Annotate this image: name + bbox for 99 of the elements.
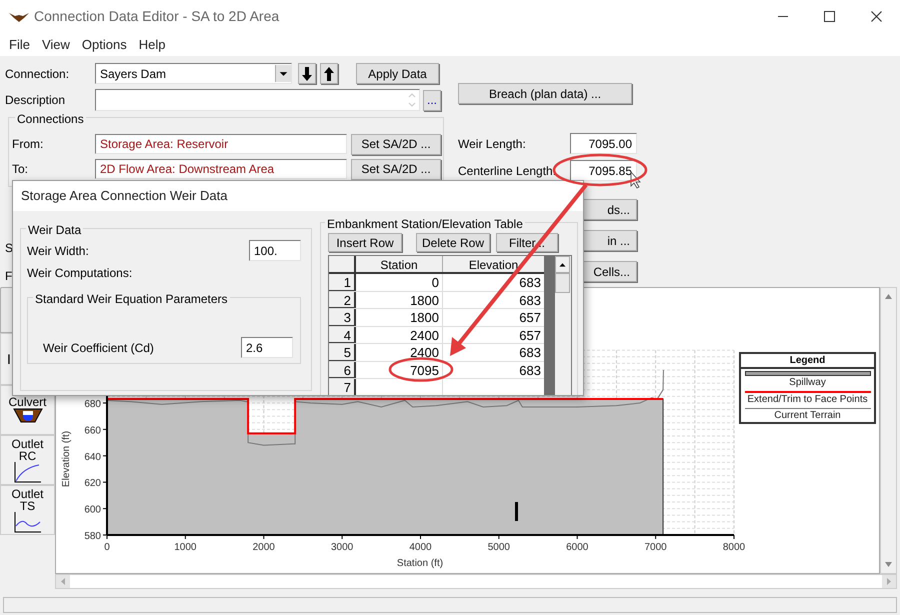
field-label: Connection: [5,66,70,82]
field-label: To: [11,161,30,178]
scroll-down-icon [884,560,893,569]
partial-label: S [5,240,14,257]
length-value: 7095.00 [570,133,637,154]
more-button[interactable]: ... [423,90,441,110]
dialog-title: Storage Area Connection Weir Data [21,187,228,206]
set-sa-2d-button[interactable]: Set SA/2D ... [351,134,441,154]
horizontal-scrollbar[interactable] [55,574,897,589]
row-number: 1 [329,274,356,290]
text-cursor-icon [515,502,518,521]
move-up-button[interactable] [320,63,338,84]
connection-value: 2D Flow Area: Downstream Area [95,159,347,179]
x-tick-label: 0 [104,542,110,553]
table-cell-text: 683 [518,344,542,360]
menu-item[interactable]: View [36,34,76,54]
highlight-ellipse [388,357,454,382]
table-cell-text: 657 [518,326,542,343]
partial-label: F [5,268,12,285]
x-tick-label: 6000 [566,542,588,553]
apply-data-button[interactable]: Apply Data [356,63,439,84]
close-icon [871,11,882,22]
field-label: Description [5,92,66,109]
maximize-icon [824,11,835,22]
table-button[interactable]: Insert Row [328,233,402,252]
table-cell: 0 [356,274,443,290]
y-tick-label: 640 [84,452,101,463]
weir-width-field[interactable]: 100. [249,240,301,261]
window-title: Connection Data Editor - SA to 2D Area [34,7,280,26]
field-label: Weir Computations: [26,265,134,282]
table-cell-text: 657 [518,309,542,326]
table-cell-text: 683 [518,362,542,378]
field-label: Weir Length: [458,136,527,152]
row-number: 4 [329,326,356,343]
column-header: Elevation [468,257,520,272]
table-cell: 1800 [356,309,443,326]
table-cell-text: 683 [518,274,542,290]
scroll-up-icon [884,292,893,301]
rating-curve-icon [12,462,42,482]
culvert-icon [12,408,42,424]
menu-item[interactable]: File [3,34,36,54]
table-cell: 1800 [356,292,443,308]
menu-item[interactable]: Options [76,34,133,54]
row-number: 2 [329,292,356,308]
y-tick-label: 680 [84,399,101,410]
vertical-scrollbar[interactable] [880,287,897,574]
field-label: Weir Width: [27,242,90,260]
y-tick-label: 660 [84,425,101,436]
connection-value: Storage Area: Reservoir [95,134,347,154]
app-icon [8,10,30,22]
minimize-icon [778,16,788,17]
description-field[interactable] [95,89,420,111]
set-sa-2d-button[interactable]: Set SA/2D ... [351,158,441,180]
x-tick-label: 3000 [331,542,354,553]
scroll-right-icon [882,575,896,588]
move-down-button[interactable] [298,63,316,84]
y-tick-label: 580 [84,531,101,542]
x-tick-label: 7000 [644,542,667,553]
x-tick-label: 2000 [252,542,275,553]
legend-label: Extend/Trim to Face Points [747,393,868,406]
x-axis-title: Station (ft) [396,558,444,569]
time-series-icon [12,512,42,532]
breach-button[interactable]: Breach (plan data) ... [458,83,632,104]
table-cell: 7095 [356,362,443,378]
length-value: 7095.85 [570,160,637,181]
dropdown-caret-icon [275,65,291,82]
table-cell-text: 683 [518,292,542,308]
x-tick-label: 5000 [488,542,510,553]
toolbar-button[interactable]: Outlet TS [0,485,55,535]
x-tick-label: 8000 [722,542,746,553]
scroll-thumb[interactable] [555,273,570,293]
field-label: Weir Coefficient (Cd) [43,340,155,356]
row-number: 7 [329,379,356,395]
row-number: 6 [329,362,356,378]
down-arrow-icon [302,66,312,80]
mouse-pointer-icon [630,170,641,189]
column-header: Station [356,256,443,272]
menu-item[interactable]: Help [132,34,172,54]
table-cell: 2400 [356,326,443,343]
x-tick-label: 4000 [409,542,432,553]
legend-title: Legend [741,354,874,369]
field-label: From: [11,136,44,153]
row-number: 5 [329,344,356,360]
toolbar-button[interactable]: Outlet RC [0,435,55,485]
legend-label: Spillway [789,376,826,389]
connection-dropdown[interactable]: Sayers Dam [95,63,292,84]
spinner-icon [407,91,417,109]
legend-label: Current Terrain [774,409,841,422]
up-arrow-icon [324,66,334,80]
y-tick-label: 620 [84,478,101,490]
weir-coefficient-field[interactable]: 2.6 [241,337,293,358]
table-scrollbar[interactable] [555,256,571,395]
y-axis-title: Elevation (ft) [61,430,72,488]
scroll-up-icon [555,256,570,273]
y-tick-label: 600 [84,504,101,516]
x-tick-label: 1000 [174,542,196,553]
row-number: 3 [329,309,356,326]
table-button[interactable]: Delete Row [416,233,490,252]
table-cell: 2400 [356,344,443,360]
